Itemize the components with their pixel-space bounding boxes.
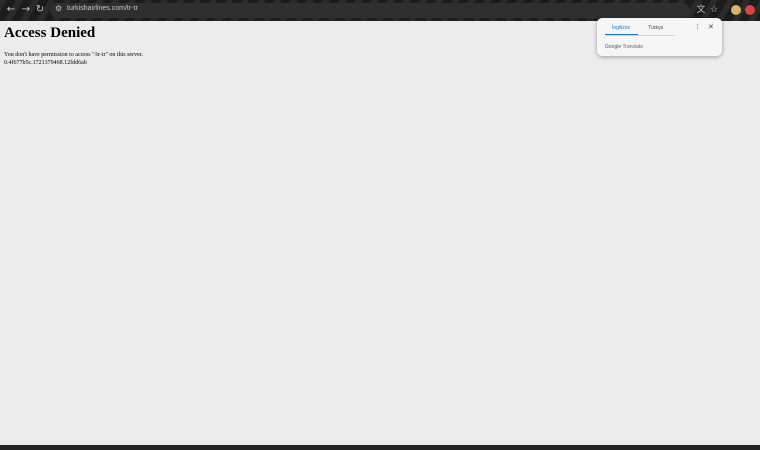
google-brand: Google — [605, 44, 622, 50]
site-info-icon[interactable]: ⚙ — [55, 4, 62, 13]
taskbar — [0, 445, 760, 450]
bookmark-star-icon[interactable]: ☆ — [708, 4, 720, 16]
close-icon[interactable]: ✕ — [708, 23, 714, 31]
page-title: Access Denied — [4, 25, 96, 41]
profile-avatar-icon[interactable] — [745, 5, 755, 15]
google-translate-label: Google Translate — [605, 44, 643, 50]
translate-popup: İngilizce Türkçe ⋮ ✕ Google Translate — [597, 18, 722, 56]
reference-id: 0.4f677b5c.1721379468.12fdd6ab — [4, 60, 87, 66]
tab-divider — [605, 35, 675, 36]
tab-english[interactable]: İngilizce — [612, 25, 630, 31]
more-options-icon[interactable]: ⋮ — [694, 23, 701, 31]
translate-icon[interactable]: 文 — [695, 4, 707, 16]
extension-icon[interactable] — [731, 5, 741, 15]
active-tab-indicator — [605, 34, 638, 35]
url-text[interactable]: turkishairlines.com/tr-tr — [67, 5, 138, 12]
error-message: You don't have permission to access "/tr… — [4, 52, 143, 58]
reload-icon[interactable]: ↻ — [33, 3, 47, 17]
address-bar[interactable]: ⚙ turkishairlines.com/tr-tr — [50, 3, 690, 18]
back-arrow-icon[interactable]: ← — [4, 3, 18, 17]
translate-product: Translate — [622, 44, 644, 50]
page-content: Access Denied You don't have permission … — [4, 24, 143, 67]
tab-turkish[interactable]: Türkçe — [648, 25, 663, 31]
forward-arrow-icon[interactable]: → — [19, 3, 33, 17]
